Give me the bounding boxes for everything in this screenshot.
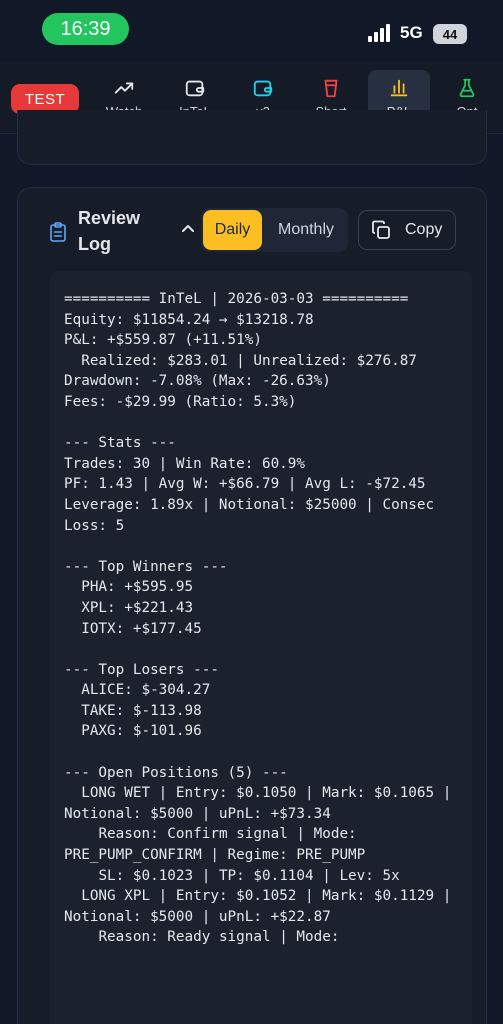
- review-log-header: Review Log Daily Monthly Copy: [18, 188, 486, 268]
- wallet-icon: [185, 80, 205, 97]
- battery-icon: 44: [433, 24, 467, 44]
- cup-icon: [324, 79, 338, 98]
- daily-tab[interactable]: Daily: [203, 210, 262, 250]
- flask-icon: [459, 78, 475, 98]
- network-label: 5G: [400, 23, 423, 42]
- copy-label: Copy: [405, 221, 443, 238]
- signal-icon: [368, 24, 394, 42]
- bar-chart-icon: [390, 79, 408, 97]
- period-segmented-control: Daily Monthly: [201, 208, 348, 252]
- review-log-title: Review Log: [78, 208, 141, 254]
- status-time: 16:39: [42, 13, 129, 45]
- wallet-v2-icon: [253, 80, 273, 97]
- clipboard-icon: [50, 222, 66, 242]
- previous-card: [17, 110, 487, 165]
- copy-icon: [372, 220, 390, 239]
- review-log-text: ========== InTeL | 2026-03-03 ==========…: [64, 291, 452, 946]
- review-log-card: Review Log Daily Monthly Copy ==========…: [17, 187, 487, 1024]
- status-bar: 16:39 5G 44: [0, 0, 503, 62]
- chevron-up-icon[interactable]: [181, 223, 195, 233]
- trend-up-icon: [114, 82, 134, 94]
- log-text-box: ========== InTeL | 2026-03-03 ==========…: [50, 271, 472, 1024]
- copy-button[interactable]: Copy: [358, 210, 456, 250]
- monthly-tab[interactable]: Monthly: [264, 210, 348, 250]
